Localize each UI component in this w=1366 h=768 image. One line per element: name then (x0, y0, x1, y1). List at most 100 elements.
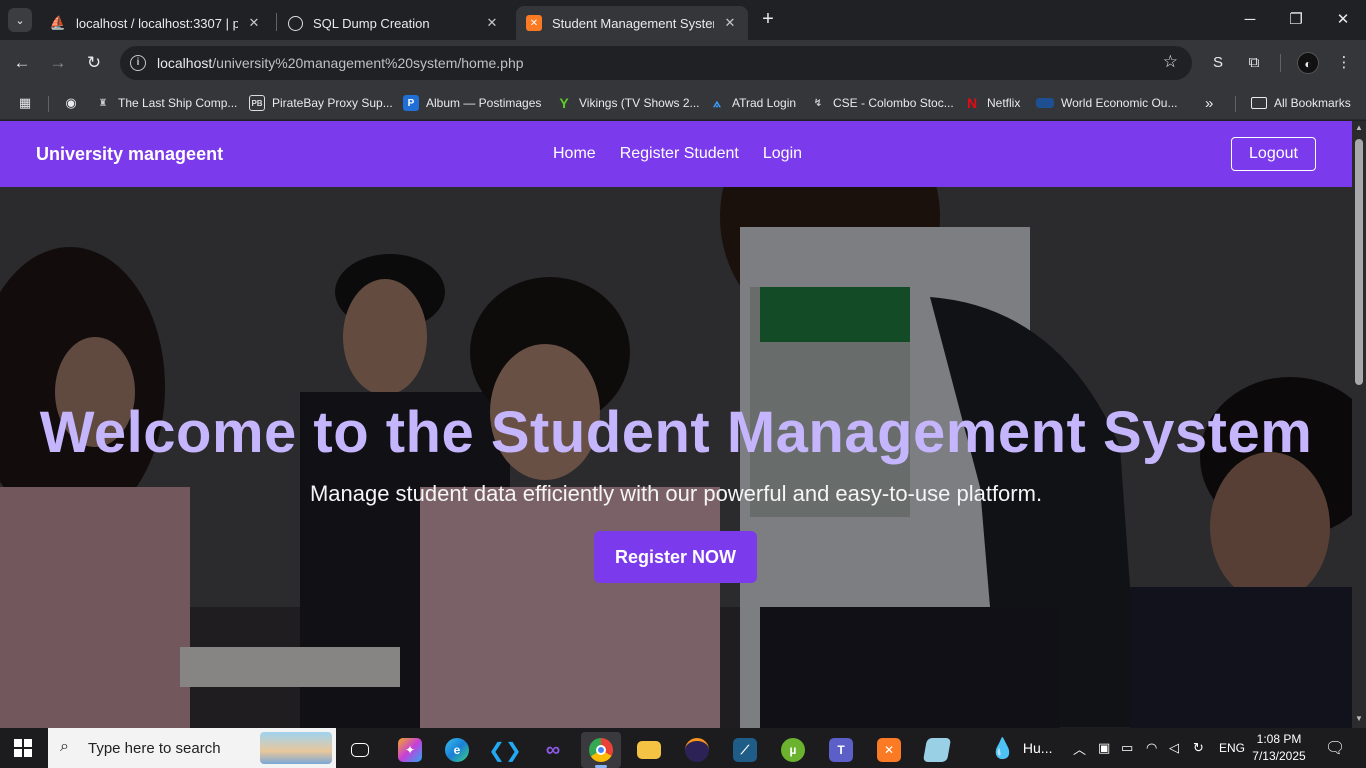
bookmark-star-icon[interactable]: ☆ (1163, 52, 1178, 72)
windows-start-icon[interactable] (14, 739, 32, 757)
teams-icon[interactable]: T (821, 732, 861, 768)
windows-taskbar: ⌕ Type here to search ✦ e ❮❯ ∞ ⟋ µ T ✕ 💧… (0, 728, 1366, 768)
scrollbar-thumb[interactable] (1355, 139, 1363, 385)
taskbar-search-placeholder: Type here to search (88, 740, 221, 757)
water-drop-icon: 💧 (990, 737, 1015, 760)
visual-studio-icon[interactable]: ∞ (533, 732, 573, 768)
globe-icon[interactable]: ◉ (63, 93, 86, 113)
xampp-icon: ✕ (526, 15, 542, 31)
task-view-icon[interactable] (340, 732, 380, 768)
bookmark-label: Vikings (TV Shows 2... (579, 96, 700, 110)
restore-button[interactable]: ❐ (1286, 10, 1306, 30)
site-nav-links: Home Register Student Login (553, 145, 802, 163)
bookmark-world-economic[interactable]: World Economic Ou... (1036, 93, 1177, 113)
bookmark-label: The Last Ship Comp... (118, 96, 238, 110)
phpmyadmin-icon: ⛵ (49, 15, 67, 30)
search-icon: ⌕ (60, 738, 69, 755)
browser-toolbar: ← → ↻ i localhost/university%20managemen… (0, 40, 1366, 86)
tab-close-icon[interactable]: ✕ (484, 15, 500, 31)
scroll-down-arrow-icon[interactable]: ▼ (1355, 714, 1363, 723)
back-arrow-icon[interactable]: ← (10, 52, 34, 74)
new-tab-button[interactable]: + (758, 9, 778, 29)
folder-icon (1251, 97, 1267, 109)
minimize-button[interactable]: ─ (1240, 10, 1260, 30)
taskbar-clock[interactable]: 1:08 PM 7/13/2025 (1248, 731, 1310, 765)
bookmarks-overflow-button[interactable]: » (1205, 93, 1213, 113)
profile-avatar[interactable]: ◐ (1297, 52, 1319, 74)
bookmark-postimages[interactable]: P Album — Postimages (403, 93, 541, 113)
all-bookmarks-button[interactable]: All Bookmarks (1251, 93, 1351, 113)
bookmark-label: Netflix (987, 96, 1021, 110)
tab-title: localhost / localhost:3307 | php (76, 15, 238, 31)
yify-icon: Y (559, 95, 569, 111)
bookmarks-bar: ▦ ◉ ♜ The Last Ship Comp... PB PirateBay… (0, 86, 1366, 120)
vscode-icon[interactable]: ❮❯ (485, 732, 525, 768)
chrome-icon[interactable] (581, 732, 621, 768)
wifi-icon[interactable]: ◠ (1146, 728, 1157, 768)
tab-search-chevron-icon[interactable]: ⌄ (8, 8, 32, 32)
language-indicator[interactable]: ENG (1219, 728, 1245, 768)
tab-phpmyadmin[interactable]: ⛵ localhost / localhost:3307 | php ✕ (40, 6, 272, 40)
clock-date: 7/13/2025 (1252, 749, 1306, 763)
url-host: localhost (157, 55, 213, 71)
nav-home-link[interactable]: Home (553, 145, 596, 163)
notifications-icon[interactable]: 🗨 (1325, 728, 1345, 768)
chatgpt-icon (288, 15, 303, 31)
tray-overflow-icon[interactable]: ︿ (1073, 728, 1086, 768)
weather-text: Hu... (1022, 740, 1053, 756)
copilot-icon[interactable]: ✦ (390, 732, 430, 768)
nav-register-link[interactable]: Register Student (620, 145, 739, 163)
nav-login-link[interactable]: Login (763, 145, 802, 163)
url-text[interactable]: localhost/university%20management%20syst… (157, 55, 524, 71)
forward-arrow-icon[interactable]: → (46, 52, 70, 74)
bookmark-netflix[interactable]: N Netflix (964, 93, 1020, 113)
address-bar[interactable]: i localhost/university%20management%20sy… (120, 46, 1192, 80)
bookmark-label: PirateBay Proxy Sup... (272, 96, 393, 110)
cse-icon: ↯ (813, 97, 823, 109)
tray-device-icon[interactable]: ▣ (1098, 728, 1110, 768)
weather-widget[interactable]: 💧 Hu... (990, 728, 1052, 768)
battery-icon[interactable]: ▭ (1121, 728, 1133, 768)
hero-section: Welcome to the Student Management System… (0, 187, 1352, 728)
bookmark-last-ship[interactable]: ♜ The Last Ship Comp... (95, 93, 238, 113)
url-path: /university%20management%20system/home.p… (212, 55, 524, 71)
bookmark-atrad[interactable]: ⟑ ATrad Login (709, 93, 796, 113)
ship-icon: ♜ (98, 97, 108, 109)
tab-sql-dump[interactable]: SQL Dump Creation ✕ (278, 6, 510, 40)
eclipse-icon[interactable] (677, 732, 717, 768)
logout-button[interactable]: Logout (1231, 137, 1316, 171)
tab-close-icon[interactable]: ✕ (722, 15, 738, 31)
scroll-up-arrow-icon[interactable]: ▲ (1355, 123, 1363, 132)
tab-title: Student Management System - (552, 15, 714, 31)
bookmark-piratebay[interactable]: PB PirateBay Proxy Sup... (249, 93, 393, 113)
bookmark-cse[interactable]: ↯ CSE - Colombo Stoc... (810, 93, 954, 113)
utorrent-icon[interactable]: µ (773, 732, 813, 768)
apps-grid-icon[interactable]: ▦ (17, 93, 40, 113)
register-now-button[interactable]: Register NOW (594, 531, 757, 583)
toolbar-divider (1280, 54, 1281, 72)
atrad-icon: ⟑ (713, 95, 721, 110)
tab-close-icon[interactable]: ✕ (246, 15, 262, 31)
taskbar-search[interactable]: ⌕ Type here to search (48, 728, 336, 768)
netflix-icon: N (966, 95, 978, 111)
tab-strip: ⌄ ⛵ localhost / localhost:3307 | php ✕ S… (0, 0, 1366, 40)
site-info-icon[interactable]: i (130, 55, 146, 71)
more-menu-icon[interactable]: ⋮ (1333, 52, 1355, 74)
file-explorer-icon[interactable] (629, 732, 669, 768)
page-viewport: University manageent Home Register Stude… (0, 121, 1352, 728)
mysql-workbench-icon[interactable]: ⟋ (725, 732, 765, 768)
tab-student-management[interactable]: ✕ Student Management System - ✕ (516, 6, 748, 40)
xampp-taskbar-icon[interactable]: ✕ (869, 732, 909, 768)
profile-s-icon[interactable]: S (1207, 52, 1229, 74)
bookmark-vikings[interactable]: Y Vikings (TV Shows 2... (556, 93, 700, 113)
volume-icon[interactable]: ◁ (1169, 728, 1179, 768)
close-window-button[interactable]: ✕ (1333, 10, 1353, 30)
page-scrollbar[interactable]: ▲ ▼ (1352, 121, 1366, 728)
notes-app-icon[interactable] (917, 732, 957, 768)
piratebay-icon: PB (249, 95, 265, 111)
site-brand[interactable]: University manageent (36, 144, 223, 165)
reload-icon[interactable]: ↻ (82, 52, 106, 74)
sync-icon[interactable]: ↻ (1193, 728, 1204, 768)
edge-icon[interactable]: e (437, 732, 477, 768)
extensions-puzzle-icon[interactable]: ⧉ (1243, 52, 1265, 74)
